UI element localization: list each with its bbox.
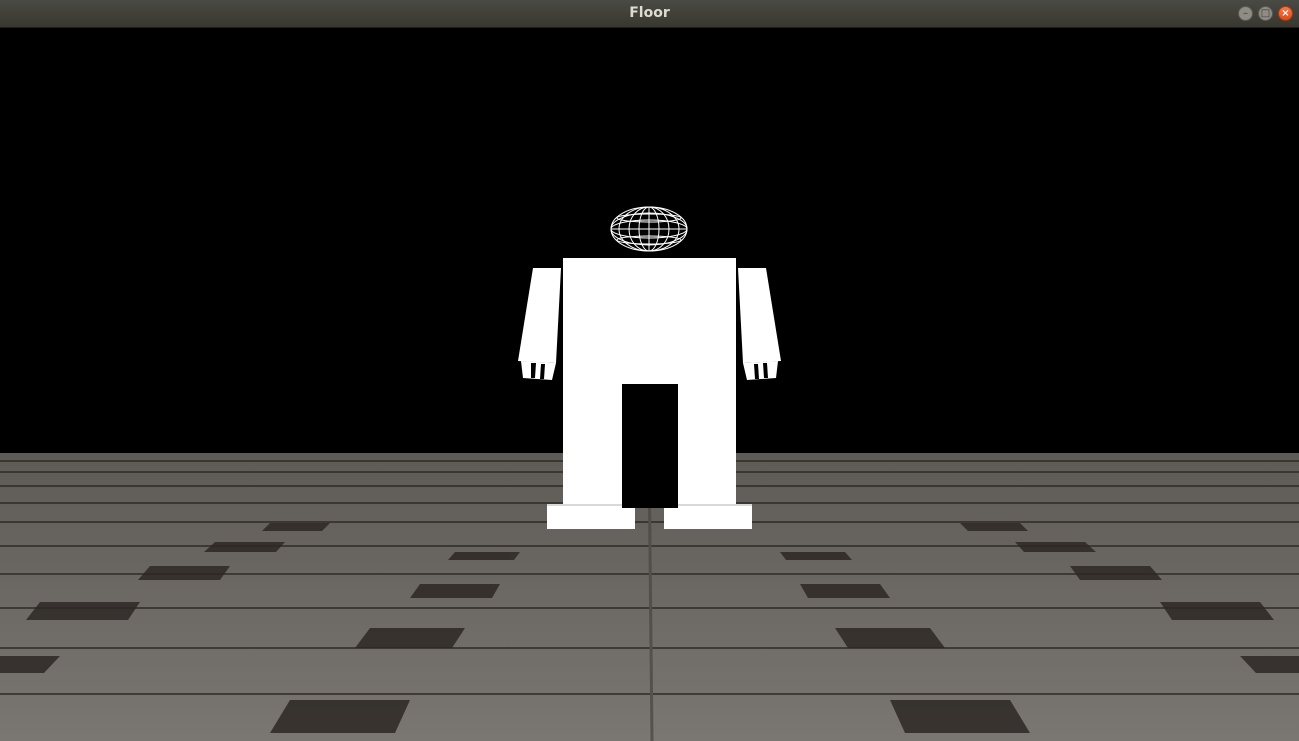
- robot-torso: [563, 258, 736, 384]
- 3d-viewport[interactable]: [0, 28, 1299, 741]
- title-bar[interactable]: Floor – □ ×: [0, 0, 1299, 28]
- robot-left-leg: [563, 384, 622, 508]
- scene-canvas: [0, 206, 1299, 741]
- window-title: Floor: [629, 5, 670, 21]
- close-icon: ×: [1281, 7, 1290, 19]
- robot-head-wireframe: [610, 206, 688, 252]
- robot-right-hand: [743, 361, 778, 380]
- maximize-icon: □: [1260, 7, 1271, 19]
- maximize-button[interactable]: □: [1258, 6, 1273, 21]
- minimize-button[interactable]: –: [1238, 6, 1253, 21]
- robot-left-hand: [521, 361, 556, 380]
- minimize-icon: –: [1243, 7, 1248, 19]
- close-button[interactable]: ×: [1278, 6, 1293, 21]
- robot-right-leg: [678, 384, 736, 508]
- robot-left-arm: [518, 268, 561, 363]
- robot-right-arm: [738, 268, 781, 363]
- app-window: Floor – □ ×: [0, 0, 1299, 741]
- robot-left-foot: [547, 504, 635, 529]
